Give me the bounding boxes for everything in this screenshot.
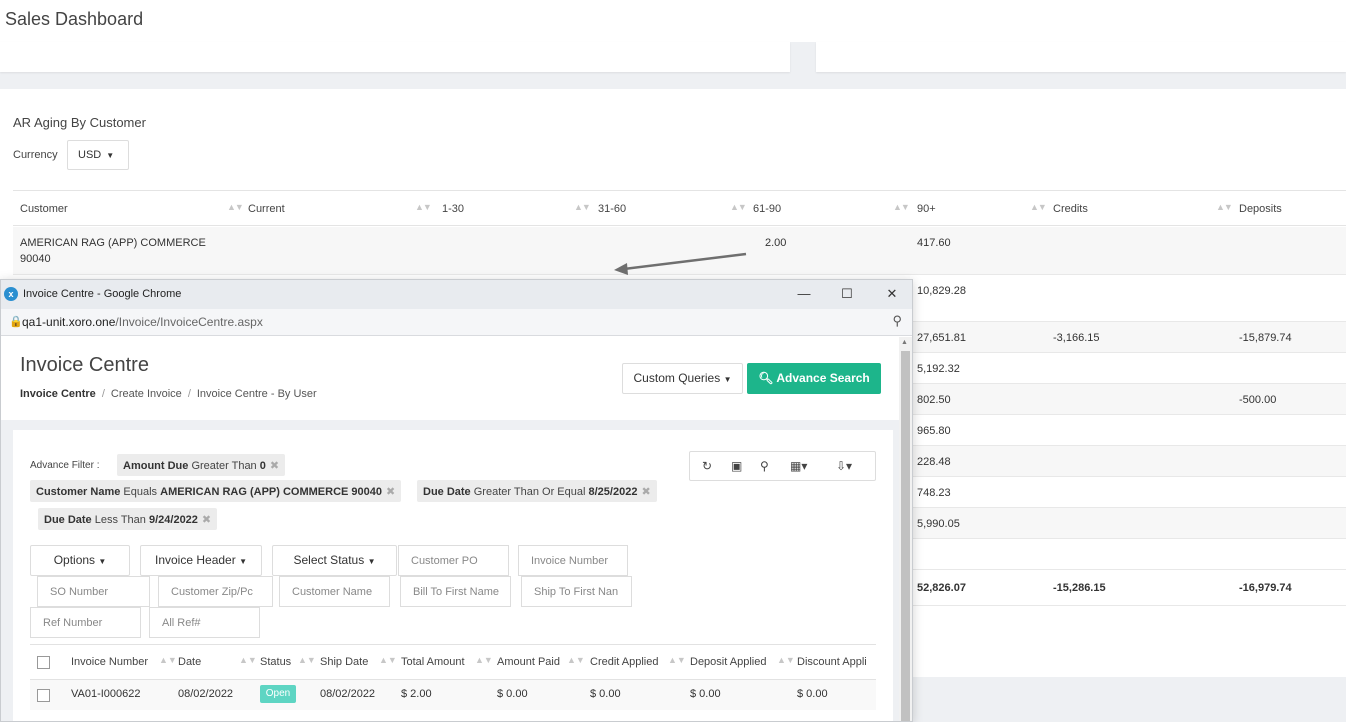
deposit-applied-cell: $ 0.00 bbox=[690, 688, 721, 700]
column-header[interactable]: Total Amount bbox=[401, 656, 465, 668]
caret-down-icon: ▼ bbox=[723, 375, 732, 384]
status-badge: Open bbox=[260, 685, 296, 703]
select-all-checkbox[interactable] bbox=[37, 656, 50, 669]
sort-icon[interactable]: ▲▼ bbox=[668, 655, 686, 665]
all-ref-input[interactable]: All Ref# bbox=[149, 607, 260, 638]
ship-to-first-name-input[interactable]: Ship To First Nan bbox=[521, 576, 632, 607]
credit-applied-cell: $ 0.00 bbox=[590, 688, 621, 700]
remove-filter-icon[interactable]: ✖ bbox=[386, 486, 395, 498]
discount-applied-cell: $ 0.00 bbox=[797, 688, 828, 700]
so-number-input[interactable]: SO Number bbox=[37, 576, 150, 607]
url-text[interactable]: qa1-unit.xoro.one/Invoice/InvoiceCentre.… bbox=[22, 315, 263, 329]
breadcrumb-item[interactable]: Invoice Centre bbox=[20, 388, 96, 400]
column-header[interactable]: Ship Date bbox=[320, 656, 368, 668]
ref-number-input[interactable]: Ref Number bbox=[30, 607, 141, 638]
column-header[interactable]: Amount Paid bbox=[497, 656, 560, 668]
customer-zip-input[interactable]: Customer Zip/Pc bbox=[158, 576, 273, 607]
breadcrumb-item[interactable]: Create Invoice bbox=[111, 388, 182, 400]
column-header[interactable]: Discount Appli bbox=[797, 656, 867, 668]
sort-icon[interactable]: ▲▼ bbox=[298, 655, 316, 665]
refresh-icon[interactable]: ↻ bbox=[702, 459, 712, 473]
breadcrumb: Invoice Centre / Create Invoice / Invoice Ce… bbox=[20, 388, 317, 400]
remove-filter-icon[interactable]: ✖ bbox=[641, 486, 650, 498]
invoice-centre-title: Invoice Centre bbox=[20, 354, 149, 376]
invoice-header-button[interactable]: Invoice Header ▼ bbox=[140, 545, 262, 576]
sort-icon[interactable]: ▲▼ bbox=[567, 655, 585, 665]
filter-chip[interactable]: Amount Due Greater Than 0 ✖ bbox=[117, 454, 286, 476]
column-header[interactable]: Status bbox=[260, 656, 291, 668]
custom-queries-label: Custom Queries bbox=[633, 371, 721, 385]
select-status-label: Select Status bbox=[293, 553, 365, 567]
close-button[interactable]: ✕ bbox=[878, 284, 906, 304]
table-row[interactable]: VA01-I000622 08/02/2022 Open 08/02/2022 … bbox=[30, 680, 876, 710]
row-checkbox[interactable] bbox=[37, 689, 50, 702]
column-header[interactable]: Date bbox=[178, 656, 201, 668]
customer-name-input[interactable]: Customer Name bbox=[279, 576, 390, 607]
zoom-icon[interactable]: ⚲ bbox=[892, 313, 902, 329]
caret-down-icon: ▼ bbox=[239, 557, 247, 566]
window-titlebar[interactable]: x Invoice Centre - Google Chrome — ☐ ✕ bbox=[1, 280, 912, 309]
filter-chip[interactable]: Due Date Greater Than Or Equal 8/25/2022… bbox=[417, 480, 657, 502]
sort-icon[interactable]: ▲▼ bbox=[475, 655, 493, 665]
page-viewport: Invoice Centre Invoice Centre / Create Inv… bbox=[1, 337, 899, 721]
total-amount-cell: $ 2.00 bbox=[401, 688, 432, 700]
page-header: Invoice Centre Invoice Centre / Create Inv… bbox=[1, 337, 899, 420]
advance-search-label: Advance Search bbox=[776, 371, 870, 385]
bill-to-first-name-input[interactable]: Bill To First Name bbox=[400, 576, 511, 607]
maximize-button[interactable]: ☐ bbox=[833, 284, 861, 304]
filter-chip[interactable]: Due Date Less Than 9/24/2022 ✖ bbox=[38, 508, 218, 530]
custom-queries-button[interactable]: Custom Queries ▼ bbox=[622, 363, 743, 394]
sort-icon[interactable]: ▲▼ bbox=[159, 655, 177, 665]
sort-icon[interactable]: ▲▼ bbox=[379, 655, 397, 665]
sort-icon[interactable]: ▲▼ bbox=[239, 655, 257, 665]
amount-paid-cell: $ 0.00 bbox=[497, 688, 528, 700]
save-icon[interactable]: ▣ bbox=[731, 459, 742, 473]
options-button[interactable]: Options ▼ bbox=[30, 545, 130, 576]
customer-po-input[interactable]: Customer PO bbox=[398, 545, 509, 576]
remove-filter-icon[interactable]: ✖ bbox=[202, 514, 211, 526]
export-icon[interactable]: ⇩▾ bbox=[836, 459, 852, 473]
lock-icon: 🔒 bbox=[9, 316, 23, 328]
column-header[interactable]: Deposit Applied bbox=[690, 656, 766, 668]
advance-search-button[interactable]: 🔍︎ Advance Search bbox=[747, 363, 881, 394]
invoice-header-label: Invoice Header bbox=[155, 553, 236, 567]
filter-chip[interactable]: Customer Name Equals AMERICAN RAG (APP) … bbox=[30, 480, 402, 502]
column-header[interactable]: Credit Applied bbox=[590, 656, 659, 668]
url-host: qa1-unit.xoro.one bbox=[22, 315, 116, 329]
window-title: Invoice Centre - Google Chrome bbox=[23, 288, 182, 300]
breadcrumb-item[interactable]: Invoice Centre - By User bbox=[197, 388, 317, 400]
app-icon: x bbox=[4, 287, 18, 301]
options-label: Options bbox=[53, 553, 96, 567]
caret-down-icon: ▼ bbox=[98, 557, 107, 566]
filter-panel: Advance Filter : Amount Due Greater Than… bbox=[13, 430, 893, 721]
vertical-scrollbar[interactable]: ▲ bbox=[899, 337, 912, 721]
search-icon: 🔍︎ bbox=[758, 371, 774, 385]
caret-down-icon: ▼ bbox=[367, 557, 376, 566]
toolbar: ↻ ▣ ⚲ ▦▾ ⇩▾ bbox=[689, 451, 876, 481]
sort-icon[interactable]: ▲▼ bbox=[777, 655, 795, 665]
date-cell: 08/02/2022 bbox=[178, 688, 234, 700]
minimize-button[interactable]: — bbox=[790, 284, 818, 304]
search-icon[interactable]: ⚲ bbox=[760, 459, 769, 473]
invoice-number-input[interactable]: Invoice Number bbox=[518, 545, 628, 576]
invoice-table-header: Invoice Number ▲▼ Date ▲▼ Status ▲▼ Ship… bbox=[30, 644, 876, 680]
remove-filter-icon[interactable]: ✖ bbox=[270, 460, 279, 472]
scrollbar-thumb[interactable] bbox=[901, 351, 910, 721]
url-path: /Invoice/InvoiceCentre.aspx bbox=[115, 315, 263, 329]
invoice-number-cell[interactable]: VA01-I000622 bbox=[71, 688, 141, 700]
select-status-button[interactable]: Select Status ▼ bbox=[272, 545, 397, 576]
columns-icon[interactable]: ▦▾ bbox=[790, 459, 807, 473]
ship-date-cell: 08/02/2022 bbox=[320, 688, 376, 700]
scroll-up-icon[interactable]: ▲ bbox=[901, 339, 908, 346]
invoice-centre-window: x Invoice Centre - Google Chrome — ☐ ✕ 🔒… bbox=[0, 279, 913, 722]
column-header[interactable]: Invoice Number bbox=[71, 656, 148, 668]
advance-filter-label: Advance Filter : bbox=[30, 460, 100, 471]
address-bar[interactable]: 🔒 qa1-unit.xoro.one/Invoice/InvoiceCentr… bbox=[1, 309, 912, 336]
